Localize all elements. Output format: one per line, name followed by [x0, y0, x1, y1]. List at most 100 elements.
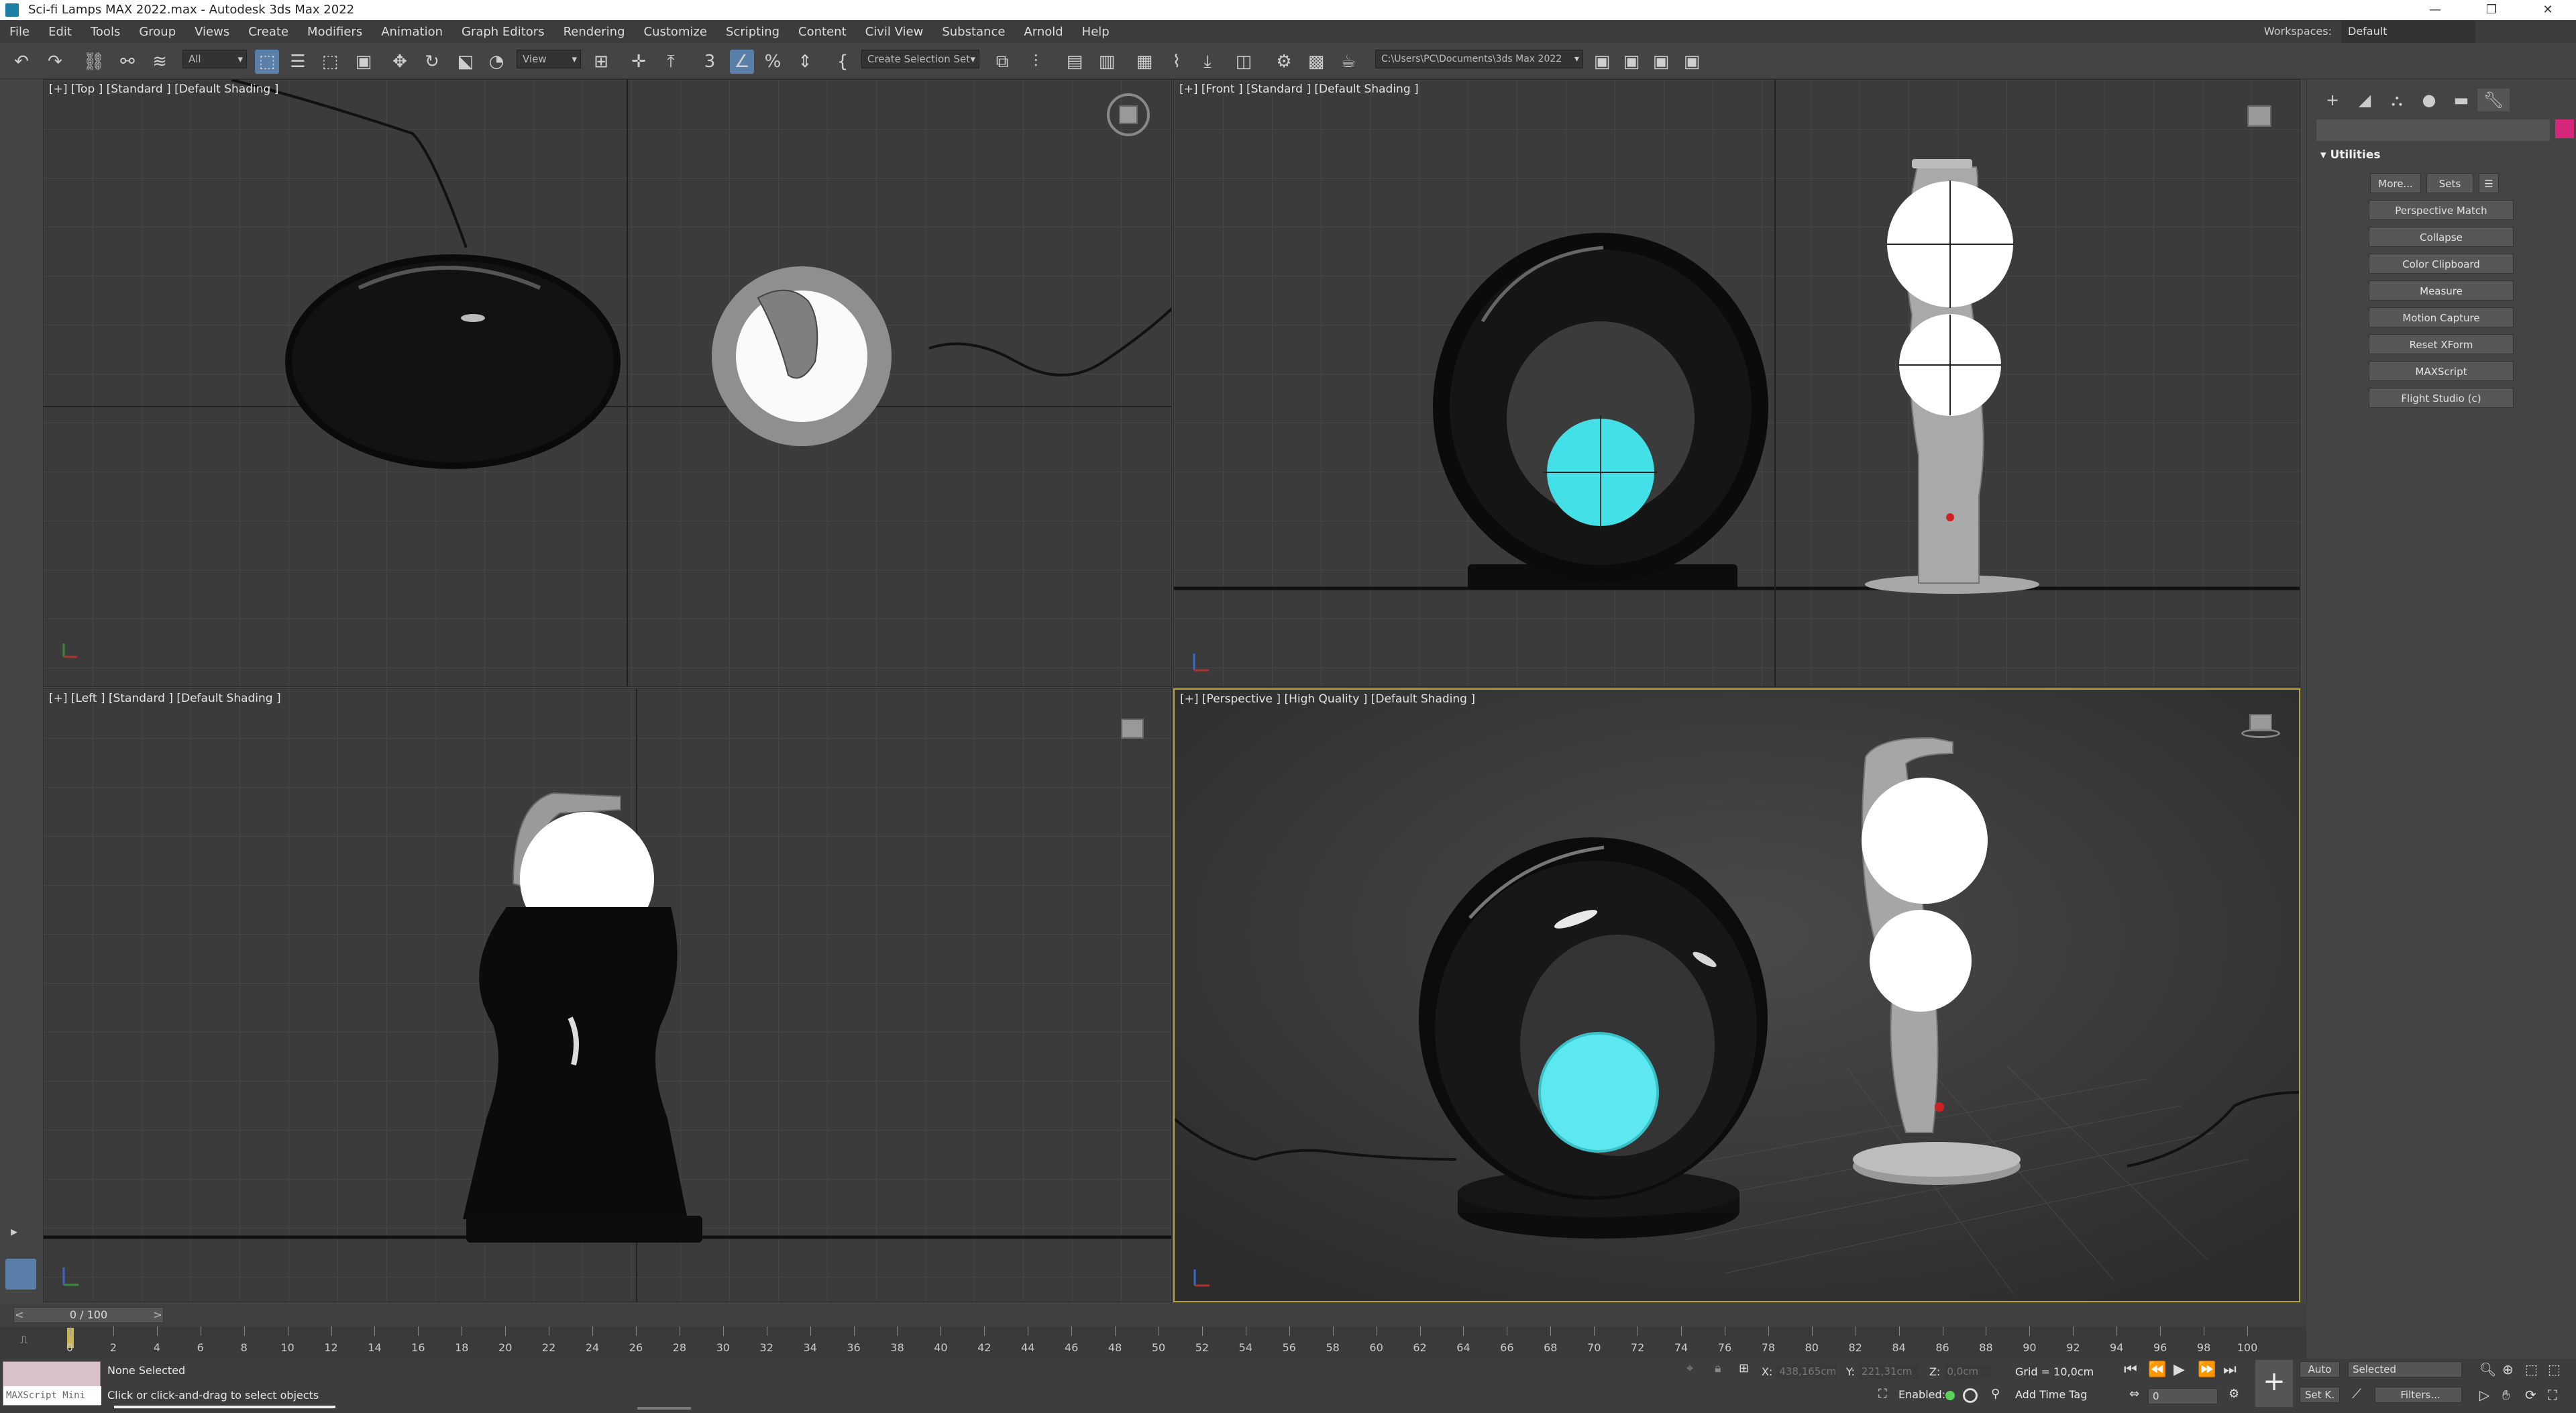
- scale-icon[interactable]: ⬕: [453, 50, 478, 74]
- viewcube-icon[interactable]: [1107, 93, 1150, 136]
- link-icon[interactable]: ⛓: [82, 50, 106, 74]
- current-frame-field[interactable]: 0: [2148, 1388, 2218, 1404]
- render-production-icon[interactable]: ☕: [1336, 50, 1360, 74]
- go-to-end-icon[interactable]: ⏭: [2223, 1361, 2237, 1378]
- viewcube-icon[interactable]: [2247, 105, 2271, 127]
- menu-file[interactable]: File: [0, 25, 39, 39]
- isolate-selection-icon[interactable]: ⌖: [1686, 1361, 1693, 1375]
- project-workspace-icon[interactable]: ▣: [1680, 50, 1704, 74]
- viewport-left[interactable]: [+] [Left ] [Standard ] [Default Shading…: [43, 688, 1172, 1302]
- z-field[interactable]: 0,0cm: [1944, 1364, 1992, 1379]
- field-of-view-icon[interactable]: ▷: [2479, 1387, 2489, 1403]
- add-time-tag[interactable]: Add Time Tag: [2015, 1388, 2087, 1401]
- scroll-handle[interactable]: [637, 1407, 691, 1410]
- maxscript-listener[interactable]: MAXScript Mini: [3, 1361, 101, 1406]
- sets-button[interactable]: Sets: [2426, 173, 2473, 193]
- viewcube-icon[interactable]: [1121, 719, 1144, 739]
- spinner-snap-icon[interactable]: ⇕: [793, 50, 817, 74]
- snaps-toggle-icon[interactable]: 3: [698, 50, 722, 74]
- previous-frame-icon[interactable]: ⏪: [2148, 1361, 2166, 1378]
- orbit-icon[interactable]: ⟳: [2525, 1387, 2536, 1403]
- rendered-frame-window-icon[interactable]: ▩: [1304, 50, 1328, 74]
- menu-graph-editors[interactable]: Graph Editors: [452, 25, 554, 39]
- menu-tools[interactable]: Tools: [81, 25, 129, 39]
- minimize-button[interactable]: —: [2407, 0, 2463, 20]
- viewport-top-label[interactable]: [+] [Top ] [Standard ] [Default Shading …: [49, 83, 278, 96]
- rollout-toggle-icon[interactable]: ▾: [2320, 148, 2330, 162]
- modify-tab-icon[interactable]: ◢: [2349, 89, 2381, 111]
- project-manage-icon[interactable]: ▣: [1649, 50, 1673, 74]
- measure-button[interactable]: Measure: [2369, 280, 2514, 301]
- menu-customize[interactable]: Customize: [635, 25, 716, 39]
- window-crossing-icon[interactable]: ▣: [352, 50, 376, 74]
- menu-arnold[interactable]: Arnold: [1014, 25, 1072, 39]
- percent-snap-icon[interactable]: %: [761, 50, 785, 74]
- time-slider-thumb[interactable]: < 0 / 100 >: [13, 1307, 164, 1323]
- restore-button[interactable]: ❐: [2463, 0, 2520, 20]
- viewport-front-label[interactable]: [+] [Front ] [Standard ] [Default Shadin…: [1179, 83, 1419, 96]
- play-icon[interactable]: ▶: [2174, 1361, 2185, 1378]
- collapse-button[interactable]: Collapse: [2369, 227, 2514, 247]
- rectangular-region-icon[interactable]: ⬚: [318, 50, 342, 74]
- toggle-layer-explorer-icon[interactable]: ▥: [1095, 50, 1119, 74]
- menu-create[interactable]: Create: [239, 25, 298, 39]
- utilities-tab-icon[interactable]: 🔧︎: [2477, 89, 2510, 111]
- viewport-left-label[interactable]: [+] [Left ] [Standard ] [Default Shading…: [49, 692, 281, 705]
- open-explorer-icon[interactable]: ▣: [1590, 50, 1614, 74]
- key-filter-dropdown[interactable]: Selected: [2348, 1361, 2462, 1377]
- add-time-tag-icon[interactable]: ⚲: [1991, 1387, 2000, 1401]
- go-to-start-icon[interactable]: ⏮: [2124, 1361, 2137, 1378]
- toggle-scene-explorer-icon[interactable]: ▤: [1063, 50, 1087, 74]
- render-setup-icon[interactable]: ⚙: [1272, 50, 1296, 74]
- redo-icon[interactable]: ↷: [43, 50, 67, 74]
- viewport-top[interactable]: [+] [Top ] [Standard ] [Default Shading …: [43, 79, 1172, 687]
- selection-lock-icon[interactable]: 🔒︎: [1715, 1361, 1721, 1375]
- reference-coordinate-dropdown[interactable]: View: [517, 50, 581, 68]
- edit-named-selection-icon[interactable]: {: [830, 50, 855, 74]
- motion-tab-icon[interactable]: ●: [2413, 89, 2445, 111]
- y-field[interactable]: 221,31cm: [1859, 1364, 1920, 1379]
- select-by-name-icon[interactable]: ☰: [286, 50, 310, 74]
- key-mode-icon[interactable]: ⇔: [2129, 1387, 2139, 1401]
- menu-edit[interactable]: Edit: [39, 25, 81, 39]
- menu-group[interactable]: Group: [129, 25, 185, 39]
- zoom-extents-icon[interactable]: ⬚: [2525, 1361, 2538, 1377]
- time-tag-icon[interactable]: ⛶: [1878, 1387, 1887, 1401]
- perspective-match-button[interactable]: Perspective Match: [2369, 200, 2514, 220]
- pan-icon[interactable]: ✋︎: [2502, 1387, 2510, 1403]
- menu-animation[interactable]: Animation: [372, 25, 452, 39]
- new-key-icon[interactable]: +: [2255, 1360, 2293, 1407]
- workspaces-dropdown[interactable]: Default: [2341, 20, 2475, 43]
- mirror-icon[interactable]: ⧉: [990, 50, 1014, 74]
- enabled-indicator-icon[interactable]: [1945, 1391, 1955, 1400]
- toggle-ribbon-icon[interactable]: ▦: [1132, 50, 1157, 74]
- key-tangent-icon[interactable]: ⟋: [2352, 1385, 2361, 1402]
- pivot-center-icon[interactable]: ⊞: [589, 50, 613, 74]
- utilities-rollout-title[interactable]: Utilities: [2330, 148, 2380, 162]
- menu-modifiers[interactable]: Modifiers: [298, 25, 372, 39]
- keyboard-shortcut-override-icon[interactable]: ⤒: [659, 50, 683, 74]
- prev-frame-icon[interactable]: <: [13, 1308, 26, 1322]
- more-button[interactable]: More...: [2370, 173, 2421, 193]
- adaptive-toggle-icon[interactable]: [1963, 1388, 1978, 1403]
- select-object-icon[interactable]: ⬚: [255, 50, 279, 74]
- material-editor-icon[interactable]: ◫: [1232, 50, 1256, 74]
- menu-rendering[interactable]: Rendering: [554, 25, 635, 39]
- color-clipboard-button[interactable]: Color Clipboard: [2369, 254, 2514, 274]
- zoom-icon[interactable]: 🔍︎: [2479, 1361, 2496, 1377]
- time-slider[interactable]: < 0 / 100 >: [0, 1304, 2306, 1326]
- bind-spacewarp-icon[interactable]: ≋: [148, 50, 172, 74]
- unlink-icon[interactable]: ⚯: [115, 50, 140, 74]
- absolute-mode-icon[interactable]: ⊞: [1739, 1361, 1749, 1375]
- align-icon[interactable]: ⫶: [1024, 50, 1048, 74]
- maximize-viewport-icon[interactable]: ⛶: [2548, 1387, 2557, 1403]
- viewport-front[interactable]: [+] [Front ] [Standard ] [Default Shadin…: [1173, 79, 2300, 687]
- angle-snap-icon[interactable]: ∠: [730, 50, 754, 74]
- object-color-swatch[interactable]: [2555, 119, 2574, 138]
- flight-studio-button[interactable]: Flight Studio (c): [2369, 388, 2514, 408]
- menu-views[interactable]: Views: [185, 25, 239, 39]
- track-bar[interactable]: ⎍ 0 2 4 6 8 10 12 14 16 18 20 22 24 26 28 30 32 34 36 38 40 4…: [0, 1326, 2306, 1359]
- object-name-field[interactable]: [2316, 119, 2550, 141]
- reset-xform-button[interactable]: Reset XForm: [2369, 334, 2514, 354]
- close-button[interactable]: ✕: [2520, 0, 2576, 20]
